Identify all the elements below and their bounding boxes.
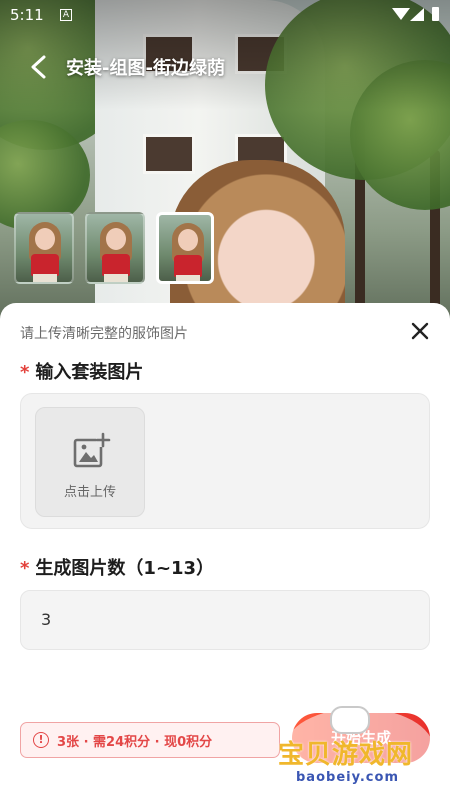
add-image-icon: [73, 432, 111, 468]
upload-hint: 请上传清晰完整的服饰图片: [20, 326, 188, 342]
close-button[interactable]: [408, 319, 432, 343]
upload-label: 点击上传: [63, 485, 116, 500]
outfit-label-text: 输入套装图片: [35, 362, 144, 383]
required-mark: *: [20, 558, 30, 579]
thumbnail-item-selected[interactable]: [156, 212, 214, 284]
count-label-text: 生成图片数（1~13）: [35, 558, 215, 579]
notification-icon: A: [60, 9, 72, 21]
status-bar: 5:11 A: [0, 0, 450, 30]
count-section-label: * 生成图片数（1~13）: [20, 554, 214, 580]
cost-notice: ! 3张 · 需24积分 · 现0积分: [20, 722, 280, 758]
battery-icon: [432, 7, 439, 21]
outfit-upload-area: 点击上传: [20, 393, 430, 529]
thumbnail-item[interactable]: [14, 212, 74, 284]
generate-button[interactable]: 开始生成: [292, 713, 430, 763]
back-button[interactable]: [22, 50, 56, 84]
signal-icon: [410, 8, 424, 21]
outfit-section-label: * 输入套装图片: [20, 358, 143, 384]
thumbnail-item[interactable]: [85, 212, 145, 284]
page-title: 安装-组图-街边绿荫: [66, 58, 225, 79]
upload-button[interactable]: 点击上传: [35, 407, 145, 517]
title-bar: 安装-组图-街边绿荫: [0, 46, 450, 86]
thumbnail-strip: [14, 212, 214, 288]
chevron-left-icon: [31, 55, 46, 79]
warning-icon: !: [33, 732, 49, 748]
status-time: 5:11: [10, 6, 44, 24]
wifi-icon: [392, 8, 410, 20]
close-icon: [411, 322, 429, 340]
cost-notice-text: 3张 · 需24积分 · 现0积分: [57, 734, 213, 750]
required-mark: *: [20, 362, 30, 383]
image-count-input[interactable]: 3: [20, 590, 430, 650]
bottom-sheet: 请上传清晰完整的服饰图片 * 输入套装图片 点击上传 * 生成图片数（1~13） 3…: [0, 303, 450, 800]
